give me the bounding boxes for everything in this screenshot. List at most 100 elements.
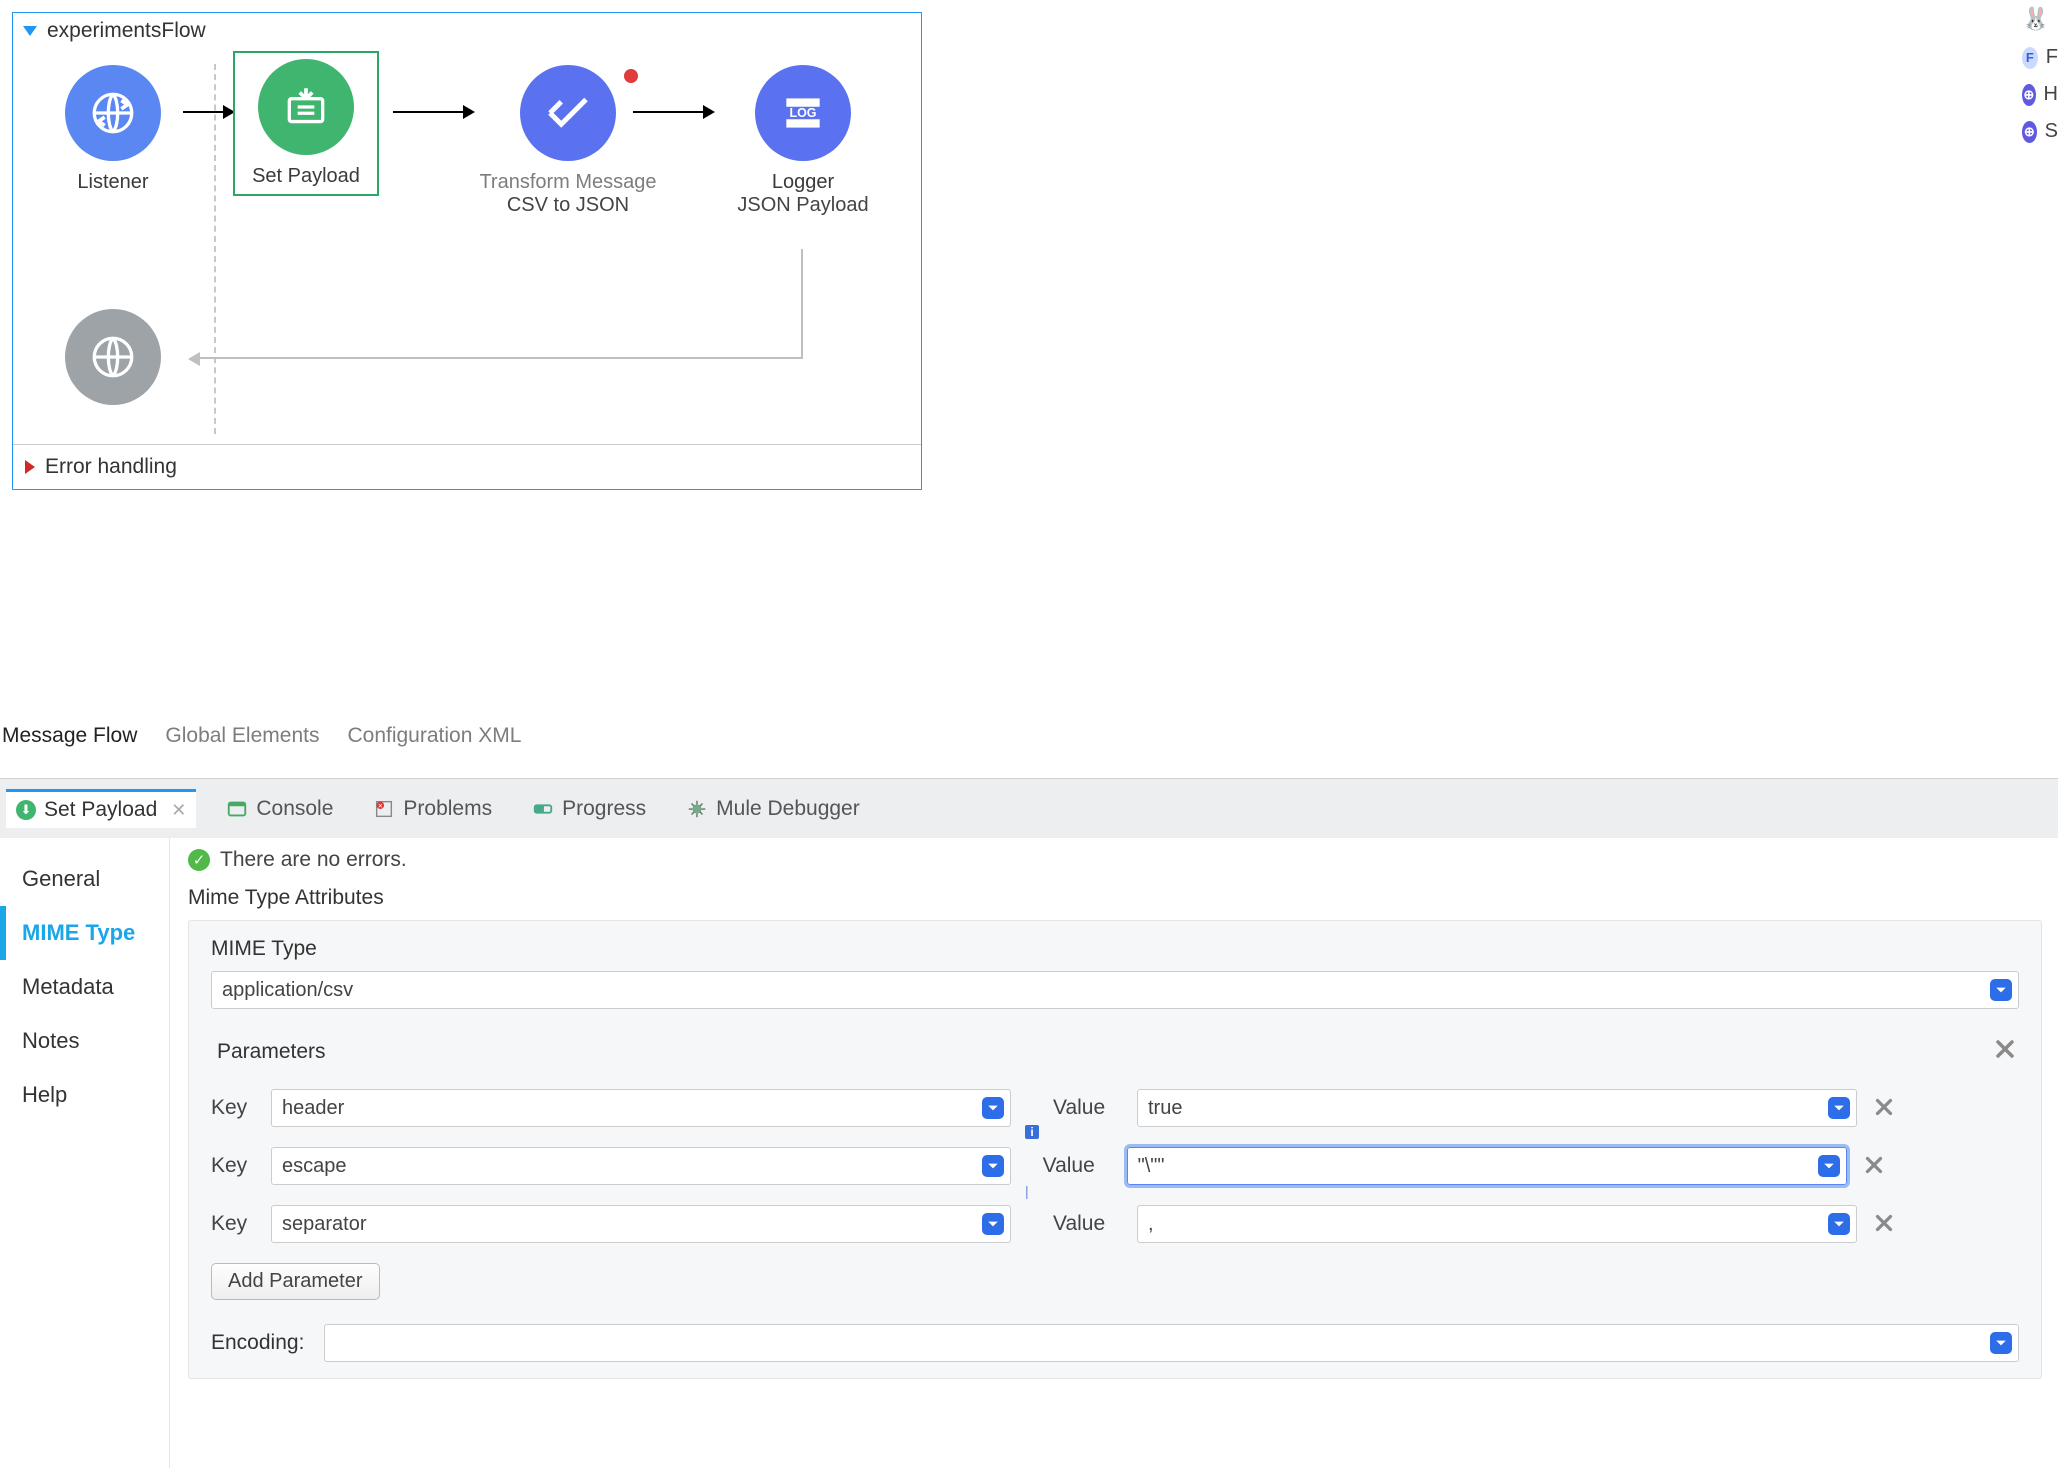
collapse-icon[interactable] (23, 26, 37, 36)
delete-row-icon[interactable] (1861, 1152, 1887, 1181)
node-listener[interactable]: Listener (43, 65, 183, 194)
outline-item[interactable]: 🐰C (2022, 6, 2058, 32)
parameters-label: Parameters (217, 1040, 326, 1064)
error-handling-label: Error handling (45, 455, 177, 479)
node-label: Logger (723, 171, 883, 194)
payload-icon: ⬇ (16, 800, 36, 820)
problems-icon: ✕ (373, 798, 395, 820)
value-label: Value (1053, 1096, 1123, 1120)
param-row: Key separator Value , (211, 1205, 2019, 1243)
properties-nav: General MIME Type Metadata Notes Help (0, 838, 170, 1468)
param-value-select[interactable]: true (1137, 1089, 1857, 1127)
param-key-select[interactable]: header (271, 1089, 1011, 1127)
chevron-down-icon[interactable] (1990, 979, 2012, 1001)
status-text: There are no errors. (220, 848, 407, 872)
mime-label: MIME Type (211, 937, 2019, 961)
node-sublabel: JSON Payload (723, 194, 883, 217)
key-label: Key (211, 1096, 257, 1120)
nav-general[interactable]: General (0, 852, 169, 906)
expand-icon[interactable] (25, 460, 35, 474)
node-transform[interactable]: Transform Message CSV to JSON (478, 65, 658, 217)
arrow (393, 111, 473, 113)
chevron-down-icon[interactable] (1990, 1332, 2012, 1354)
chevron-down-icon[interactable] (1828, 1213, 1850, 1235)
cursor-icon: | (1025, 1183, 1029, 1199)
tab-message-flow[interactable]: Message Flow (2, 724, 137, 748)
socket-icon: ⊕ (2022, 121, 2037, 143)
selection-box: Set Payload (233, 51, 379, 196)
status-bar: ✓ There are no errors. (188, 848, 2042, 872)
tab-problems[interactable]: ✕ Problems (363, 791, 502, 827)
logger-icon: LOG (778, 88, 828, 138)
arrow (183, 111, 233, 113)
tab-progress[interactable]: Progress (522, 791, 656, 827)
node-set-payload[interactable]: Set Payload (233, 59, 373, 196)
delete-row-icon[interactable] (1871, 1094, 1897, 1123)
file-icon: F (2022, 47, 2038, 69)
check-icon: ✓ (188, 849, 210, 871)
tab-configuration-xml[interactable]: Configuration XML (347, 724, 521, 748)
node-label: Listener (43, 171, 183, 194)
mime-type-select[interactable]: application/csv (211, 971, 2019, 1009)
nav-help[interactable]: Help (0, 1068, 169, 1122)
value-label: Value (1043, 1154, 1113, 1178)
delete-row-icon[interactable] (1871, 1210, 1897, 1239)
encoding-label: Encoding: (211, 1331, 304, 1355)
info-icon[interactable]: i (1025, 1125, 1039, 1139)
progress-icon (532, 798, 554, 820)
node-label: Transform Message (478, 171, 658, 194)
transform-icon (541, 86, 595, 140)
breakpoint-icon[interactable] (624, 69, 638, 83)
tab-console[interactable]: Console (216, 791, 343, 827)
tab-global-elements[interactable]: Global Elements (165, 724, 319, 748)
editor-tabs: Message Flow Global Elements Configurati… (0, 720, 523, 752)
nav-metadata[interactable]: Metadata (0, 960, 169, 1014)
chevron-down-icon[interactable] (982, 1213, 1004, 1235)
chevron-down-icon[interactable] (982, 1155, 1004, 1177)
svg-text:LOG: LOG (789, 106, 816, 120)
http-icon: ⊕ (2022, 84, 2036, 106)
node-logger[interactable]: LOG Logger JSON Payload (723, 65, 883, 217)
mime-panel: MIME Type application/csv Parameters Key… (188, 920, 2042, 1379)
debug-icon (686, 798, 708, 820)
payload-icon (281, 82, 331, 132)
globe-icon (88, 332, 138, 382)
tab-set-payload[interactable]: ⬇ Set Payload ✕ (6, 789, 196, 828)
flow-header[interactable]: experimentsFlow (13, 13, 921, 49)
chevron-down-icon[interactable] (1828, 1097, 1850, 1119)
encoding-select[interactable] (324, 1324, 2019, 1362)
section-title: Mime Type Attributes (188, 886, 2042, 910)
param-key-select[interactable]: escape (271, 1147, 1011, 1185)
clear-all-icon[interactable] (1991, 1035, 2019, 1069)
return-arrowhead (188, 352, 200, 366)
globe-icon (88, 88, 138, 138)
outline-item[interactable]: ⊕H (2022, 83, 2058, 106)
rabbit-icon: 🐰 (2022, 6, 2049, 32)
error-handling-section[interactable]: Error handling (13, 444, 921, 489)
param-value-select[interactable]: "\"" (1127, 1147, 1847, 1185)
console-icon (226, 798, 248, 820)
param-value-select[interactable]: , (1137, 1205, 1857, 1243)
key-label: Key (211, 1154, 257, 1178)
add-parameter-button[interactable]: Add Parameter (211, 1263, 380, 1300)
bottom-panel-tabs: ⬇ Set Payload ✕ Console ✕ Problems Progr… (0, 778, 2058, 838)
node-sublabel: CSV to JSON (478, 194, 658, 217)
outline-item[interactable]: ⊕S (2022, 120, 2058, 143)
nav-notes[interactable]: Notes (0, 1014, 169, 1068)
tab-mule-debugger[interactable]: Mule Debugger (676, 791, 870, 827)
nav-mime-type[interactable]: MIME Type (0, 906, 169, 960)
param-row: Key header i Value true (211, 1089, 2019, 1127)
flow-container[interactable]: experimentsFlow Listener Set Payload (12, 12, 922, 490)
close-icon[interactable]: ✕ (171, 800, 186, 821)
chevron-down-icon[interactable] (982, 1097, 1004, 1119)
key-label: Key (211, 1212, 257, 1236)
outline-panel: 🐰C FF ⊕H ⊕S (2022, 6, 2058, 157)
node-response[interactable] (43, 309, 183, 405)
value-label: Value (1053, 1212, 1123, 1236)
outline-item[interactable]: FF (2022, 46, 2058, 69)
chevron-down-icon[interactable] (1818, 1155, 1840, 1177)
arrow (633, 111, 713, 113)
svg-text:✕: ✕ (378, 803, 383, 810)
param-key-select[interactable]: separator (271, 1205, 1011, 1243)
param-row: Key escape | Value "\"" (211, 1147, 2019, 1185)
